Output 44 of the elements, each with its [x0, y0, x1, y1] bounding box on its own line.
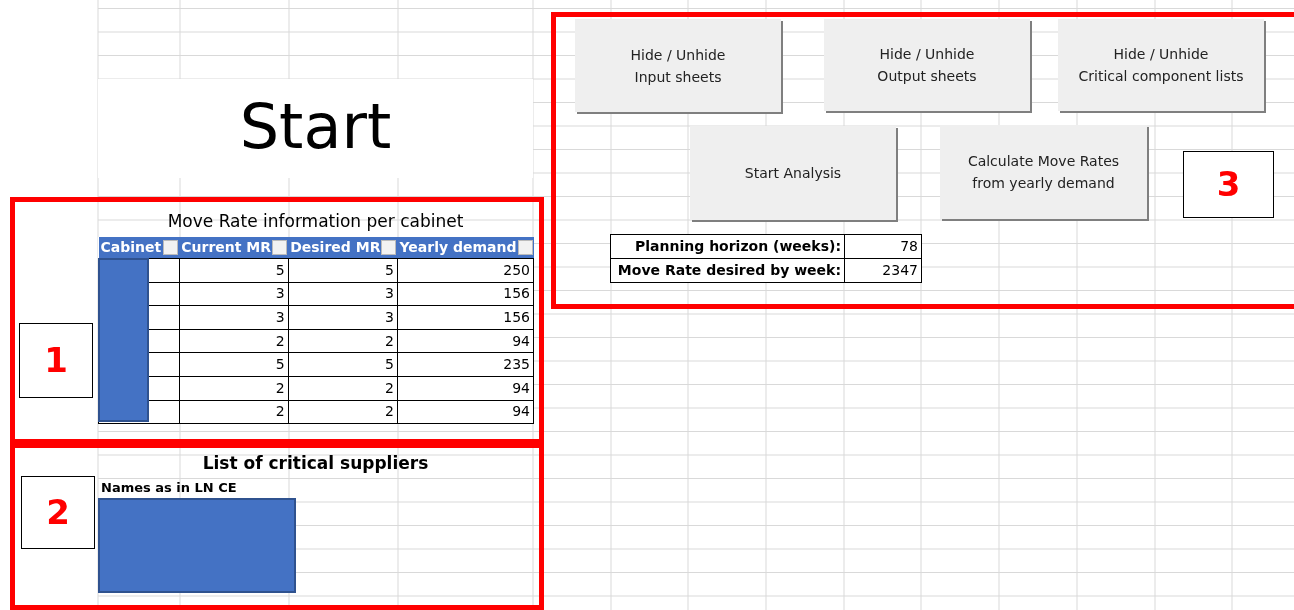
dropdown-button[interactable] — [381, 240, 397, 255]
table-cell: 2 — [179, 376, 289, 401]
dropdown-button[interactable] — [517, 240, 533, 255]
table-title: Move Rate information per cabinet — [166, 210, 465, 233]
annotation-number: 3 — [1183, 151, 1274, 218]
macro-button[interactable]: Hide / Unhide Output sheets — [824, 19, 1030, 111]
column-header: Cabinet — [100, 238, 162, 257]
sheet-title: Start — [98, 79, 533, 178]
column-header: Desired MR — [290, 238, 381, 257]
field-label: Move Rate desired by week: — [610, 258, 845, 283]
macro-button[interactable]: Hide / Unhide Input sheets — [575, 19, 781, 112]
table-cell: 2 — [179, 400, 289, 424]
column-header: Names as in LN CE — [101, 479, 237, 497]
dropdown-button[interactable] — [163, 240, 179, 255]
table-cell: 3 — [179, 305, 289, 330]
macro-button[interactable]: Start Analysis — [690, 126, 896, 220]
table-cell: 94 — [397, 400, 534, 424]
table-cell: 5 — [288, 352, 398, 377]
column-header: Current MR — [181, 238, 272, 257]
table-cell: 2 — [288, 376, 398, 401]
field-value: 78 — [844, 234, 922, 259]
table-cell: 235 — [397, 352, 534, 377]
macro-button[interactable]: Calculate Move Rates from yearly demand — [940, 125, 1147, 219]
table-cell: 2 — [288, 400, 398, 424]
table-cell: 94 — [397, 329, 534, 353]
field-label: Planning horizon (weeks): — [610, 234, 845, 259]
annotation-number: 1 — [19, 323, 93, 398]
table-cell: 3 — [179, 282, 289, 306]
macro-button[interactable]: Hide / Unhide Critical component lists — [1058, 19, 1264, 111]
table-cell: 156 — [397, 282, 534, 306]
table-cell: 250 — [397, 258, 534, 283]
section-title: List of critical suppliers — [201, 452, 430, 475]
column-header: Yearly demand — [399, 238, 517, 257]
table-cell: 156 — [397, 305, 534, 330]
table-cell: 94 — [397, 376, 534, 401]
table-cell: 5 — [179, 352, 289, 377]
table-cell: 3 — [288, 282, 398, 306]
dropdown-button[interactable] — [272, 240, 288, 255]
table-cell: 5 — [288, 258, 398, 283]
table-cell: 2 — [179, 329, 289, 353]
table-cell: 3 — [288, 305, 398, 330]
annotation-number: 2 — [21, 476, 95, 549]
table-cell: 2 — [288, 329, 398, 353]
table-cell: 5 — [179, 258, 289, 283]
